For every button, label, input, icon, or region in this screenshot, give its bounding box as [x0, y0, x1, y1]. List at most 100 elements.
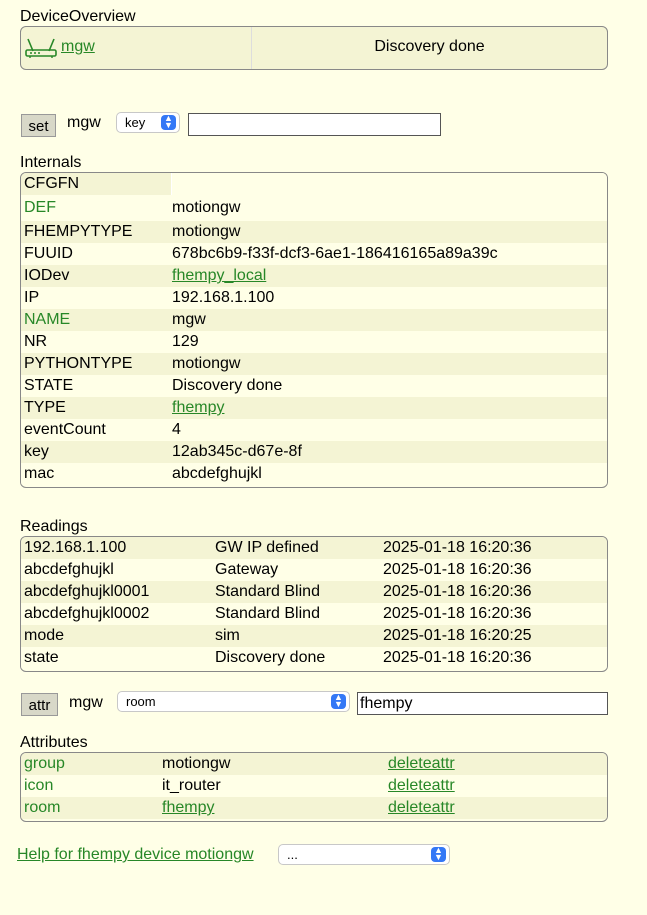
set-value-input[interactable]: [188, 113, 441, 136]
table-row: DEF motiongw: [21, 195, 607, 221]
device-overview-left-cell: mgw: [21, 27, 252, 69]
internal-value: [171, 173, 607, 195]
internal-name: IODev: [24, 267, 70, 284]
attr-select-value: room: [126, 694, 156, 709]
iodev-link[interactable]: fhempy_local: [172, 265, 266, 287]
reading-name: abcdefghujkl0002: [24, 605, 150, 622]
room-link[interactable]: fhempy: [162, 797, 214, 819]
internal-name[interactable]: DEF: [24, 195, 56, 221]
internal-name: CFGFN: [24, 175, 80, 192]
internal-name: STATE: [24, 377, 74, 394]
table-row: STATE Discovery done: [21, 375, 607, 397]
help-link[interactable]: Help for fhempy device motiongw: [17, 846, 254, 864]
attr-value: it_router: [162, 777, 221, 794]
help-select[interactable]: ... ▲ ▼: [278, 844, 450, 865]
table-row: group motiongw deleteattr: [21, 753, 607, 775]
set-device-name: mgw: [67, 114, 101, 131]
readings-table: 192.168.1.100 GW IP defined 2025-01-18 1…: [20, 536, 608, 672]
table-row: icon it_router deleteattr: [21, 775, 607, 797]
reading-time: 2025-01-18 16:20:36: [383, 539, 532, 556]
set-select-value: key: [125, 115, 146, 130]
attr-name[interactable]: room: [24, 797, 60, 819]
internal-name: TYPE: [24, 399, 66, 416]
internals-table: CFGFN DEF motiongw FHEMPYTYPE motiongw F…: [20, 172, 608, 488]
internal-name: PYTHONTYPE: [24, 355, 133, 372]
table-row: state Discovery done 2025-01-18 16:20:36: [21, 647, 607, 669]
readings-title: Readings: [20, 518, 88, 535]
reading-time: 2025-01-18 16:20:36: [383, 561, 532, 578]
reading-time: 2025-01-18 16:20:25: [383, 627, 532, 644]
table-row: key 12ab345c-d67e-8f: [21, 441, 607, 463]
attributes-title: Attributes: [20, 734, 88, 751]
reading-name: abcdefghujkl0001: [24, 583, 150, 600]
attr-name[interactable]: group: [24, 753, 65, 775]
table-row: IODev fhempy_local: [21, 265, 607, 287]
reading-name: mode: [24, 627, 65, 644]
reading-value: Standard Blind: [215, 605, 320, 622]
table-row: abcdefghujkl0002 Standard Blind 2025-01-…: [21, 603, 607, 625]
table-row: room fhempy deleteattr: [21, 797, 607, 819]
internals-title: Internals: [20, 154, 82, 171]
internal-name: FHEMPYTYPE: [24, 223, 133, 240]
attr-device-name: mgw: [69, 694, 103, 711]
attr-select[interactable]: room ▲ ▼: [117, 691, 350, 712]
attr-button[interactable]: attr: [21, 693, 58, 716]
reading-time: 2025-01-18 16:20:36: [383, 583, 532, 600]
internal-value: motiongw: [172, 223, 241, 240]
table-row: mac abcdefghujkl: [21, 463, 607, 485]
reading-name: abcdefghujkl: [24, 561, 114, 578]
table-row: TYPE fhempy: [21, 397, 607, 419]
internal-name: eventCount: [24, 421, 106, 438]
internal-value: 129: [172, 333, 199, 350]
reading-value: Gateway: [215, 561, 279, 578]
table-row: IP 192.168.1.100: [21, 287, 607, 309]
table-row: NR 129: [21, 331, 607, 353]
internal-value: motiongw: [172, 355, 241, 372]
device-overview-title: DeviceOverview: [20, 8, 136, 25]
delete-attr-link[interactable]: deleteattr: [388, 775, 455, 797]
attr-name[interactable]: icon: [24, 775, 53, 797]
device-overview-box: mgw Discovery done: [20, 26, 608, 70]
internal-name: key: [24, 443, 49, 460]
delete-attr-link[interactable]: deleteattr: [388, 797, 455, 819]
table-row: PYTHONTYPE motiongw: [21, 353, 607, 375]
device-link[interactable]: mgw: [61, 38, 95, 56]
internal-name[interactable]: NAME: [24, 309, 70, 331]
internal-value: 192.168.1.100: [172, 289, 275, 306]
type-link[interactable]: fhempy: [172, 397, 224, 419]
internal-name: mac: [24, 465, 55, 482]
attr-value-input[interactable]: fhempy: [357, 692, 608, 715]
delete-attr-link[interactable]: deleteattr: [388, 753, 455, 775]
internal-value: 678bc6b9-f33f-dcf3-6ae1-186416165a89a39c: [172, 245, 498, 262]
reading-value: Standard Blind: [215, 583, 320, 600]
set-select[interactable]: key ▲ ▼: [116, 112, 180, 133]
internal-name: IP: [24, 289, 40, 306]
internal-value: Discovery done: [172, 377, 283, 394]
device-state: Discovery done: [374, 38, 485, 55]
table-row: FUUID 678bc6b9-f33f-dcf3-6ae1-186416165a…: [21, 243, 607, 265]
internal-name: FUUID: [24, 245, 73, 262]
internal-value: abcdefghujkl: [172, 465, 262, 482]
chevron-updown-icon: ▲ ▼: [161, 114, 176, 130]
reading-time: 2025-01-18 16:20:36: [383, 605, 532, 622]
internal-name: NR: [24, 333, 48, 350]
table-row: eventCount 4: [21, 419, 607, 441]
table-row: CFGFN: [21, 173, 607, 195]
reading-value: sim: [215, 627, 240, 644]
internal-value: mgw: [172, 311, 206, 328]
attr-value: motiongw: [162, 755, 231, 772]
table-row: 192.168.1.100 GW IP defined 2025-01-18 1…: [21, 537, 607, 559]
internal-value: 4: [172, 421, 181, 438]
table-row: mode sim 2025-01-18 16:20:25: [21, 625, 607, 647]
router-icon: [25, 37, 57, 64]
table-row: FHEMPYTYPE motiongw: [21, 221, 607, 243]
table-row: abcdefghujkl Gateway 2025-01-18 16:20:36: [21, 559, 607, 581]
help-select-value: ...: [287, 847, 298, 862]
internal-value: 12ab345c-d67e-8f: [172, 443, 302, 460]
table-row: abcdefghujkl0001 Standard Blind 2025-01-…: [21, 581, 607, 603]
reading-time: 2025-01-18 16:20:36: [383, 649, 532, 666]
reading-name: 192.168.1.100: [24, 539, 127, 556]
reading-value: GW IP defined: [215, 539, 319, 556]
internal-value: motiongw: [172, 199, 241, 216]
set-button[interactable]: set: [21, 114, 56, 137]
